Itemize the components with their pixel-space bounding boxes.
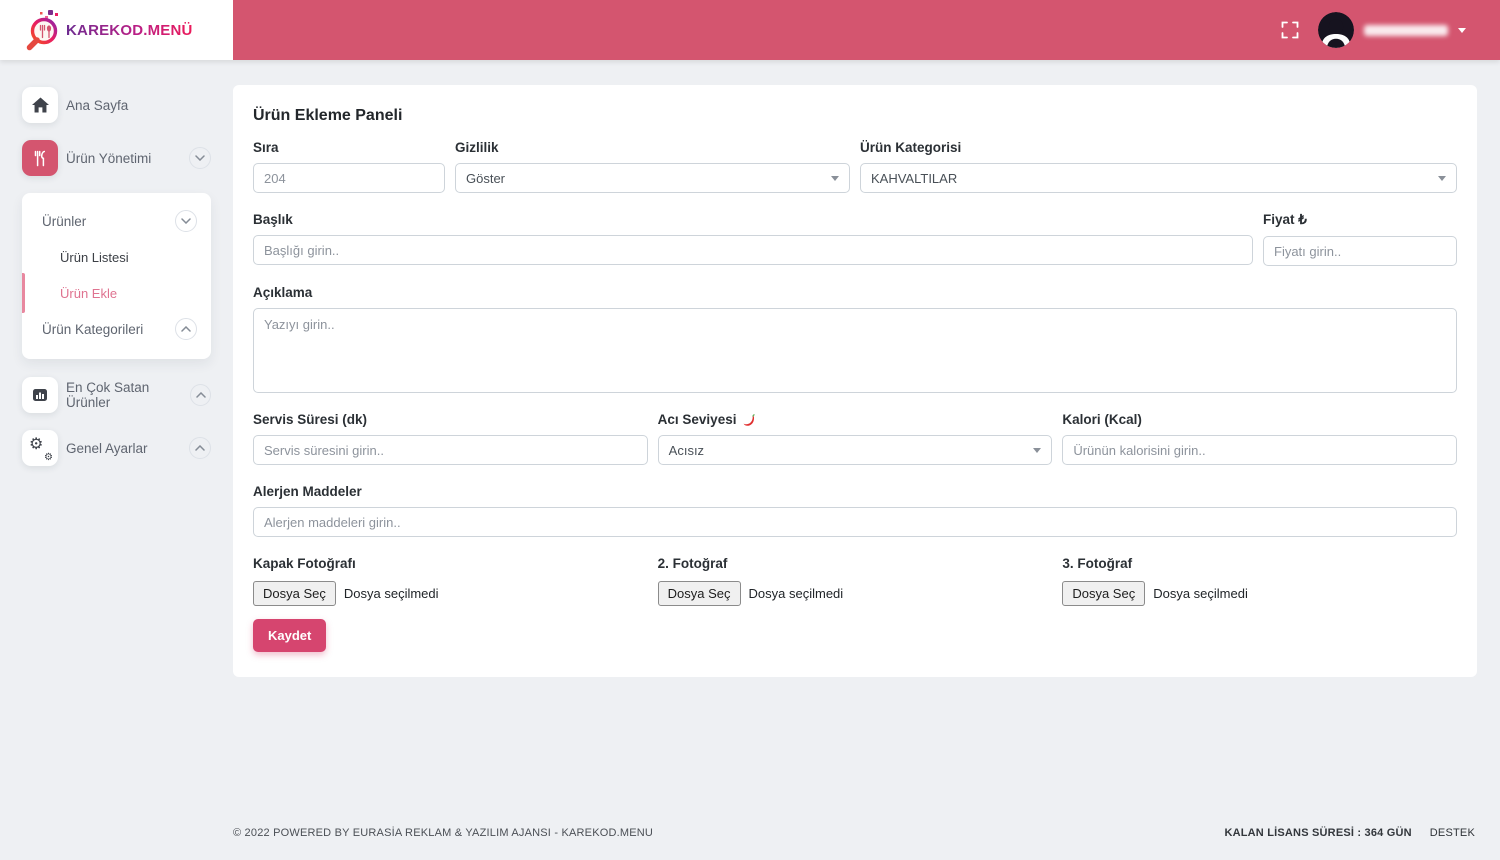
brand-logo[interactable]: KAREKOD.MENÜ [0, 0, 233, 60]
sidebar-item-label: En Çok Satan Ürünler [66, 380, 150, 410]
brand-name: KAREKOD.MENÜ [66, 21, 193, 39]
form-row-1: Sıra Gizlilik Göster Ürün Kategorisi KAH… [253, 140, 1457, 193]
gizlilik-label: Gizlilik [455, 140, 499, 155]
cover-photo-label: Kapak Fotoğrafı [253, 556, 356, 571]
gears-icon: ⚙ ⚙ [22, 430, 58, 466]
form-row-3: Servis Süresi (dk) Acı Seviyesi Acısız K… [253, 412, 1457, 465]
cover-photo-file-input[interactable]: Dosya Seç Dosya seçilmedi [253, 581, 648, 606]
chevron-down-icon[interactable] [175, 210, 197, 232]
gizlilik-group: Gizlilik Göster [455, 140, 850, 193]
user-menu[interactable] [1318, 12, 1466, 48]
third-no-file-text: Dosya seçilmedi [1153, 586, 1248, 601]
cover-file-select-button[interactable]: Dosya Seç [253, 581, 336, 606]
kategori-group: Ürün Kategorisi KAHVALTILAR [860, 140, 1457, 193]
third-file-select-button[interactable]: Dosya Seç [1062, 581, 1146, 606]
footer: © 2022 POWERED BY EURASİA REKLAM & YAZIL… [233, 827, 1475, 839]
fiyat-input[interactable] [1263, 236, 1457, 266]
baslik-label: Başlık [253, 212, 293, 227]
sidebar-item-product-management[interactable]: Ürün Yönetimi [22, 140, 211, 176]
user-caret-down-icon [1458, 27, 1466, 33]
product-management-submenu: Ürünler Ürün Listesi Ürün Ekle Ürün Kate… [22, 193, 211, 359]
kategori-label: Ürün Kategorisi [860, 140, 962, 155]
license-remaining-text: KALAN LİSANS SÜRESİ : 364 GÜN [1224, 827, 1412, 839]
sidebar-item-label: Ana Sayfa [66, 97, 129, 113]
servis-input[interactable] [253, 435, 648, 465]
aci-selected-value: Acısız [668, 442, 705, 458]
baslik-input[interactable] [253, 235, 1253, 265]
third-photo-group: 3. Fotoğraf Dosya Seç Dosya seçilmedi [1062, 556, 1457, 606]
chevron-down-icon[interactable] [189, 147, 211, 169]
alerjen-label: Alerjen Maddeler [253, 484, 362, 499]
fiyat-label: Fiyat ₺ [1263, 212, 1307, 227]
aci-group: Acı Seviyesi Acısız [657, 412, 1053, 465]
user-avatar-icon[interactable] [1318, 12, 1354, 48]
submenu-label: Ürün Kategorileri [42, 321, 144, 337]
user-name-redacted [1364, 24, 1448, 36]
aci-select[interactable]: Acısız [657, 435, 1053, 465]
kalori-input[interactable] [1062, 435, 1457, 465]
kategori-select[interactable]: KAHVALTILAR [860, 163, 1457, 193]
second-photo-label: 2. Fotoğraf [657, 556, 728, 571]
footer-right: KALAN LİSANS SÜRESİ : 364 GÜN DESTEK [1224, 827, 1475, 839]
sidebar-item-product-list[interactable]: Ürün Listesi [22, 239, 211, 275]
cover-photo-group: Kapak Fotoğrafı Dosya Seç Dosya seçilmed… [253, 556, 648, 606]
support-link[interactable]: DESTEK [1430, 827, 1475, 839]
top-bar: KAREKOD.MENÜ [0, 0, 1500, 60]
chevron-up-icon[interactable] [175, 318, 197, 340]
aciklama-label: Açıklama [253, 285, 313, 300]
sira-label: Sıra [253, 140, 279, 155]
third-photo-file-input[interactable]: Dosya Seç Dosya seçilmedi [1062, 581, 1457, 606]
bar-chart-icon [22, 377, 58, 413]
utensils-icon [22, 140, 58, 176]
alerjen-group: Alerjen Maddeler [253, 484, 1457, 537]
kategori-selected-value: KAHVALTILAR [871, 170, 958, 186]
chili-pepper-icon [742, 413, 756, 427]
gizlilik-select[interactable]: Göster [455, 163, 850, 193]
form-row-2: Başlık Fiyat ₺ [253, 212, 1457, 266]
cover-no-file-text: Dosya seçilmedi [343, 586, 439, 601]
sira-group: Sıra [253, 140, 445, 193]
chevron-up-icon[interactable] [190, 384, 211, 406]
page-title: Ürün Ekleme Paneli [253, 107, 403, 124]
second-no-file-text: Dosya seçilmedi [748, 586, 844, 601]
photos-row: Kapak Fotoğrafı Dosya Seç Dosya seçilmed… [253, 556, 1457, 606]
second-photo-group: 2. Fotoğraf Dosya Seç Dosya seçilmedi [657, 556, 1053, 606]
sira-input[interactable] [253, 163, 445, 193]
fullscreen-icon[interactable] [1278, 18, 1302, 42]
sidebar-item-settings[interactable]: ⚙ ⚙ Genel Ayarlar [22, 430, 211, 466]
sidebar: Ana Sayfa Ürün Yönetimi Ürünler Ürün Lis… [0, 60, 233, 860]
sidebar-item-product-categories[interactable]: Ürün Kategorileri [22, 311, 211, 347]
save-button[interactable]: Kaydet [253, 619, 327, 652]
aci-label-text: Acı Seviyesi [657, 412, 737, 427]
third-photo-label: 3. Fotoğraf [1062, 556, 1133, 571]
servis-group: Servis Süresi (dk) [253, 412, 648, 465]
submenu-label: Ürün Listesi [60, 249, 129, 265]
aci-label: Acı Seviyesi [658, 412, 1053, 427]
sidebar-item-label: Genel Ayarlar [66, 440, 148, 456]
sidebar-item-best-sellers[interactable]: En Çok Satan Ürünler [22, 377, 211, 413]
alerjen-input[interactable] [253, 507, 1457, 537]
kalori-label: Kalori (Kcal) [1062, 412, 1142, 427]
home-icon [22, 87, 58, 123]
sidebar-item-home[interactable]: Ana Sayfa [22, 87, 211, 123]
brand-logo-icon [24, 8, 62, 52]
top-bar-right [233, 0, 1500, 60]
sidebar-item-product-add-active[interactable]: Ürün Ekle [22, 273, 211, 313]
submenu-label: Ürünler [42, 213, 87, 229]
sidebar-item-label: Ürün Yönetimi [66, 150, 152, 166]
second-photo-file-input[interactable]: Dosya Seç Dosya seçilmedi [657, 581, 1053, 606]
servis-label: Servis Süresi (dk) [253, 412, 368, 427]
product-add-panel: Ürün Ekleme Paneli Sıra Gizlilik Göster … [233, 85, 1477, 677]
second-file-select-button[interactable]: Dosya Seç [657, 581, 741, 606]
aciklama-group: Açıklama [253, 285, 1457, 393]
chevron-up-icon[interactable] [189, 437, 211, 459]
gizlilik-selected-value: Göster [466, 170, 506, 186]
kalori-group: Kalori (Kcal) [1062, 412, 1457, 465]
submenu-label: Ürün Ekle [60, 285, 118, 301]
sidebar-item-products[interactable]: Ürünler [22, 203, 211, 239]
fiyat-group: Fiyat ₺ [1263, 212, 1457, 266]
baslik-group: Başlık [253, 212, 1253, 266]
aciklama-textarea[interactable] [253, 308, 1457, 393]
footer-copyright: © 2022 POWERED BY EURASİA REKLAM & YAZIL… [233, 827, 654, 839]
